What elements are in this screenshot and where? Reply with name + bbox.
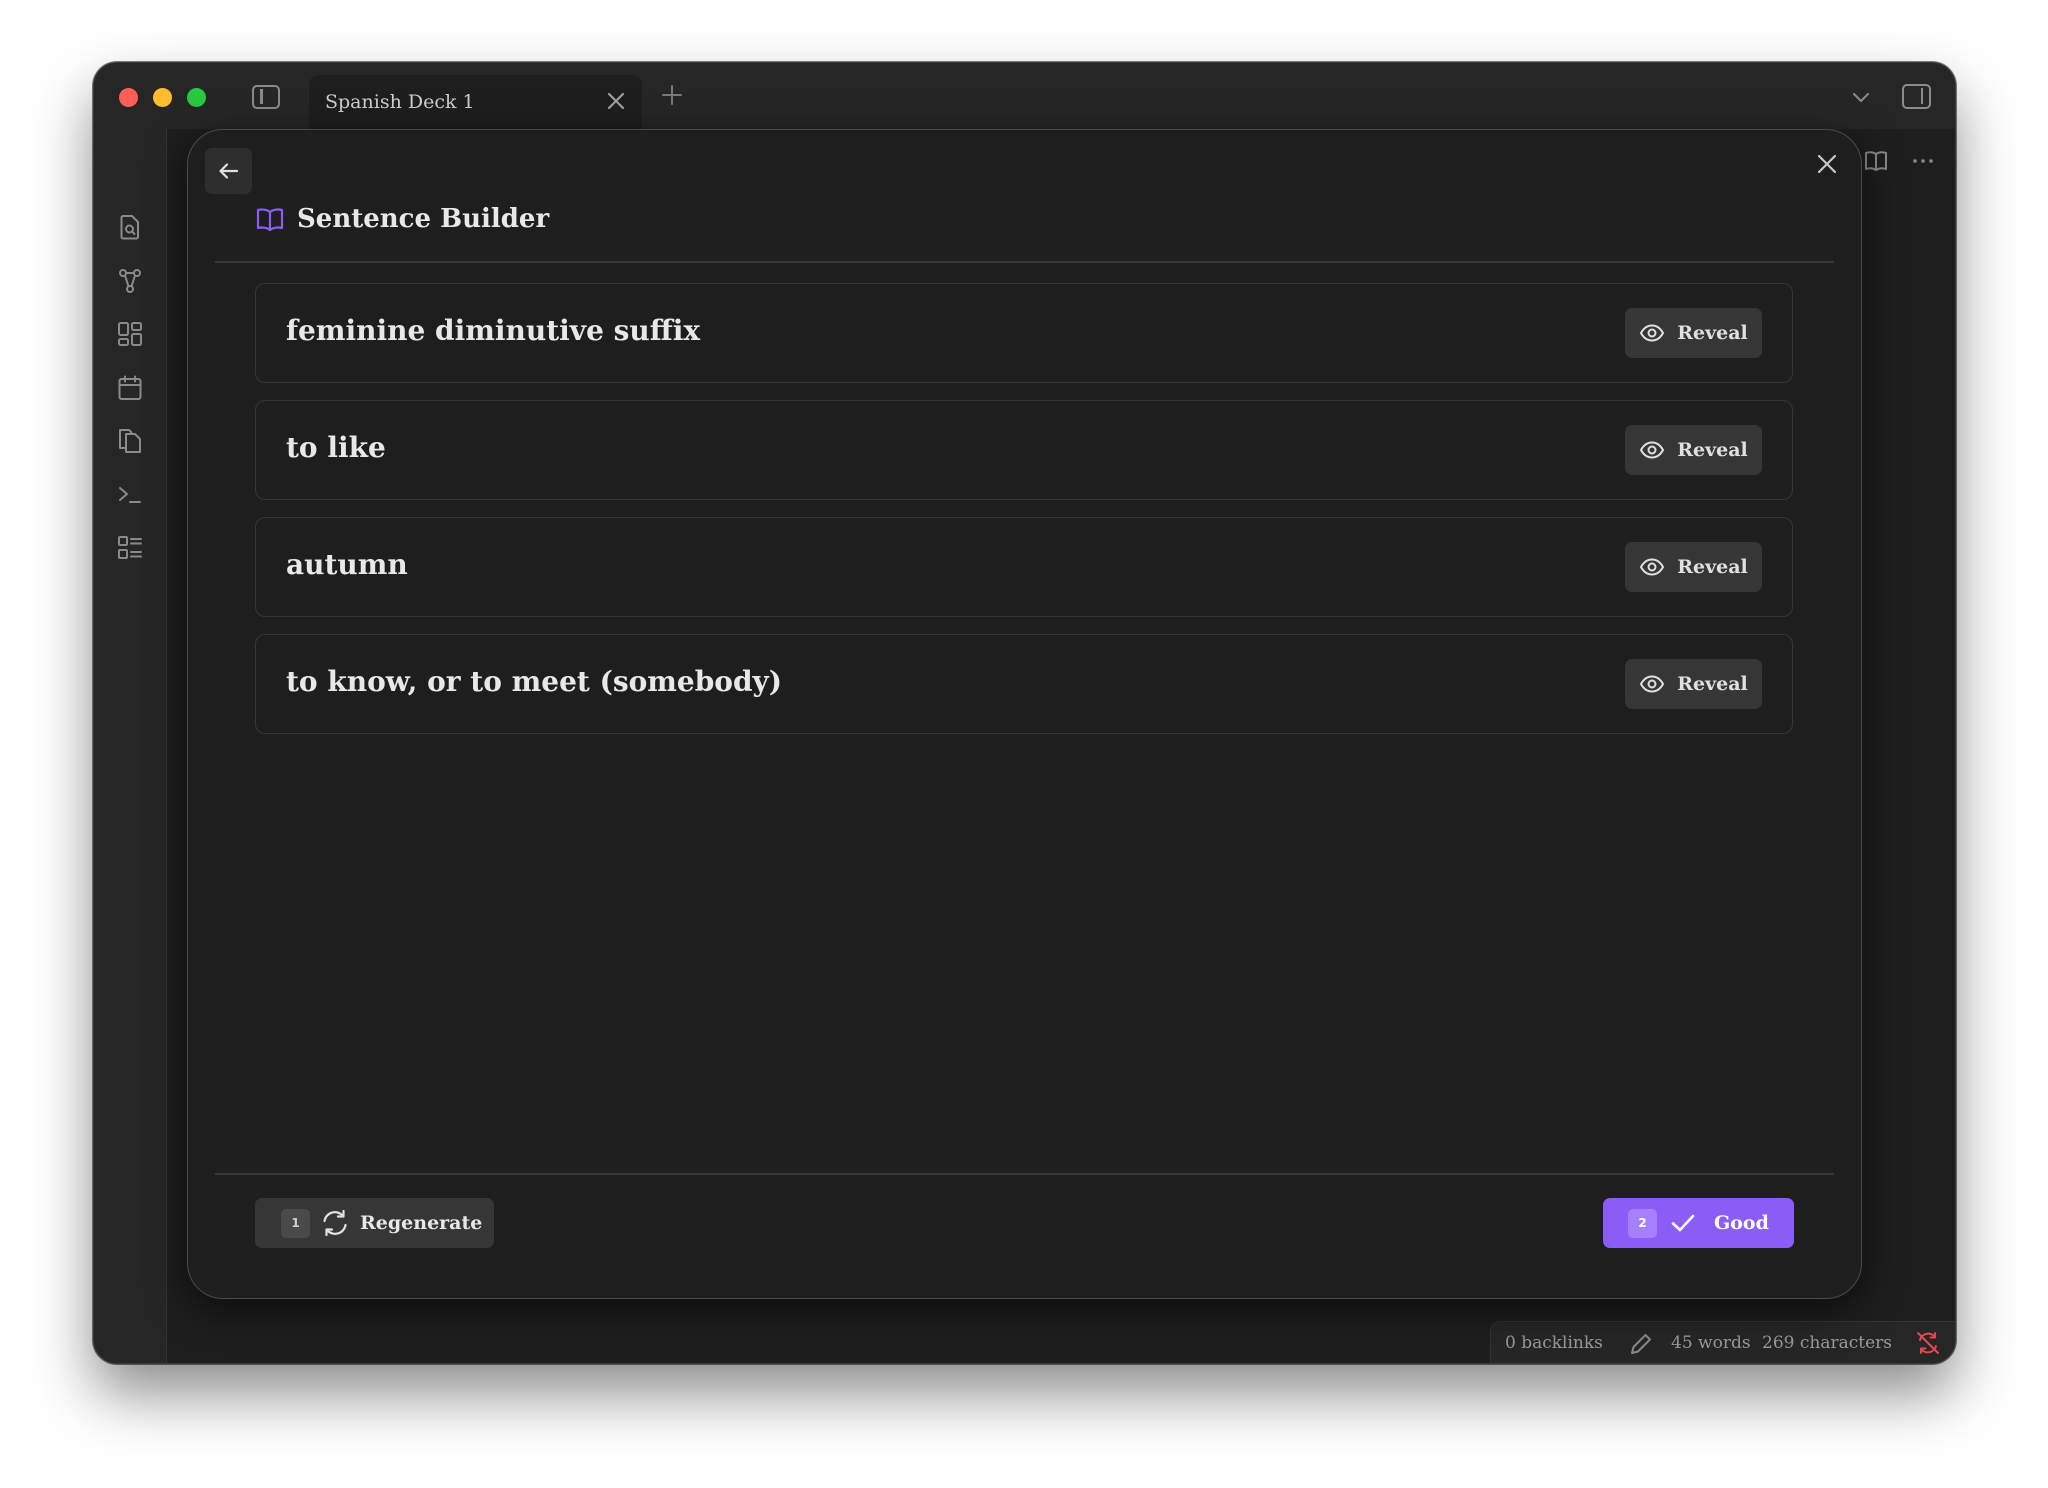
eye-icon — [1640, 324, 1665, 342]
eye-icon — [1640, 558, 1665, 576]
grid-icon[interactable] — [116, 320, 144, 348]
reading-view-icon[interactable] — [1862, 147, 1890, 175]
flashcard: autumn Reveal — [255, 517, 1793, 617]
reveal-button[interactable]: Reveal — [1625, 425, 1762, 475]
eye-icon — [1640, 675, 1665, 693]
reveal-label: Reveal — [1677, 439, 1748, 461]
maximize-window-button[interactable] — [187, 88, 206, 107]
modal-title: Sentence Builder — [297, 204, 550, 234]
reveal-button[interactable]: Reveal — [1625, 542, 1762, 592]
book-open-icon — [256, 208, 284, 232]
reveal-label: Reveal — [1677, 556, 1748, 578]
header-divider — [215, 261, 1834, 263]
status-bar: 0 backlinks 45 words 269 characters — [1490, 1321, 1955, 1363]
good-button[interactable]: 2 Good — [1603, 1198, 1794, 1248]
left-sidebar-toggle-icon[interactable] — [252, 85, 280, 109]
arrow-left-icon — [218, 163, 238, 179]
card-prompt: to like — [286, 431, 386, 464]
character-count: 269 characters — [1762, 1333, 1892, 1353]
flashcard: to know, or to meet (somebody) Reveal — [255, 634, 1793, 734]
reveal-label: Reveal — [1677, 322, 1748, 344]
word-count: 45 words — [1671, 1333, 1751, 1353]
calendar-icon[interactable] — [116, 374, 144, 402]
flashcard: to like Reveal — [255, 400, 1793, 500]
terminal-icon[interactable] — [116, 481, 144, 509]
card-prompt: feminine diminutive suffix — [286, 314, 701, 347]
refresh-icon — [323, 1209, 347, 1237]
back-button[interactable] — [205, 148, 252, 194]
pencil-icon[interactable] — [1628, 1331, 1654, 1357]
shortcut-badge: 1 — [281, 1208, 310, 1238]
card-prompt: autumn — [286, 548, 408, 581]
title-bar: Spanish Deck 1 — [94, 63, 1955, 129]
right-sidebar-toggle-icon[interactable] — [1902, 84, 1931, 109]
close-window-button[interactable] — [119, 88, 138, 107]
reveal-button[interactable]: Reveal — [1625, 659, 1762, 709]
more-options-icon[interactable] — [1909, 147, 1937, 175]
footer-divider — [215, 1173, 1834, 1175]
list-icon[interactable] — [116, 534, 144, 562]
chevron-down-icon[interactable] — [1849, 85, 1873, 109]
reveal-button[interactable]: Reveal — [1625, 308, 1762, 358]
eye-icon — [1640, 441, 1665, 459]
copy-icon[interactable] — [116, 427, 144, 455]
good-label: Good — [1714, 1212, 1769, 1234]
tab-spanish-deck[interactable]: Spanish Deck 1 — [309, 75, 642, 129]
minimize-window-button[interactable] — [153, 88, 172, 107]
modal-close-icon[interactable] — [1813, 150, 1841, 178]
backlinks-count[interactable]: 0 backlinks — [1505, 1333, 1603, 1353]
graph-icon[interactable] — [116, 267, 144, 295]
new-tab-icon[interactable] — [660, 83, 684, 107]
flashcard: feminine diminutive suffix Reveal — [255, 283, 1793, 383]
check-icon — [1671, 1214, 1695, 1232]
sync-error-icon[interactable] — [1915, 1330, 1941, 1356]
tab-close-icon[interactable] — [604, 89, 628, 113]
ribbon — [94, 129, 167, 1363]
modal-header: Sentence Builder — [255, 202, 549, 236]
reveal-label: Reveal — [1677, 673, 1748, 695]
tab-label: Spanish Deck 1 — [325, 91, 475, 113]
shortcut-badge: 2 — [1628, 1208, 1657, 1238]
regenerate-button[interactable]: 1 Regenerate — [255, 1198, 494, 1248]
card-list: feminine diminutive suffix Reveal to lik… — [255, 283, 1793, 751]
sentence-builder-modal: Sentence Builder feminine diminutive suf… — [187, 129, 1862, 1299]
search-file-icon[interactable] — [116, 213, 144, 241]
regenerate-label: Regenerate — [360, 1212, 483, 1234]
card-prompt: to know, or to meet (somebody) — [286, 665, 783, 698]
